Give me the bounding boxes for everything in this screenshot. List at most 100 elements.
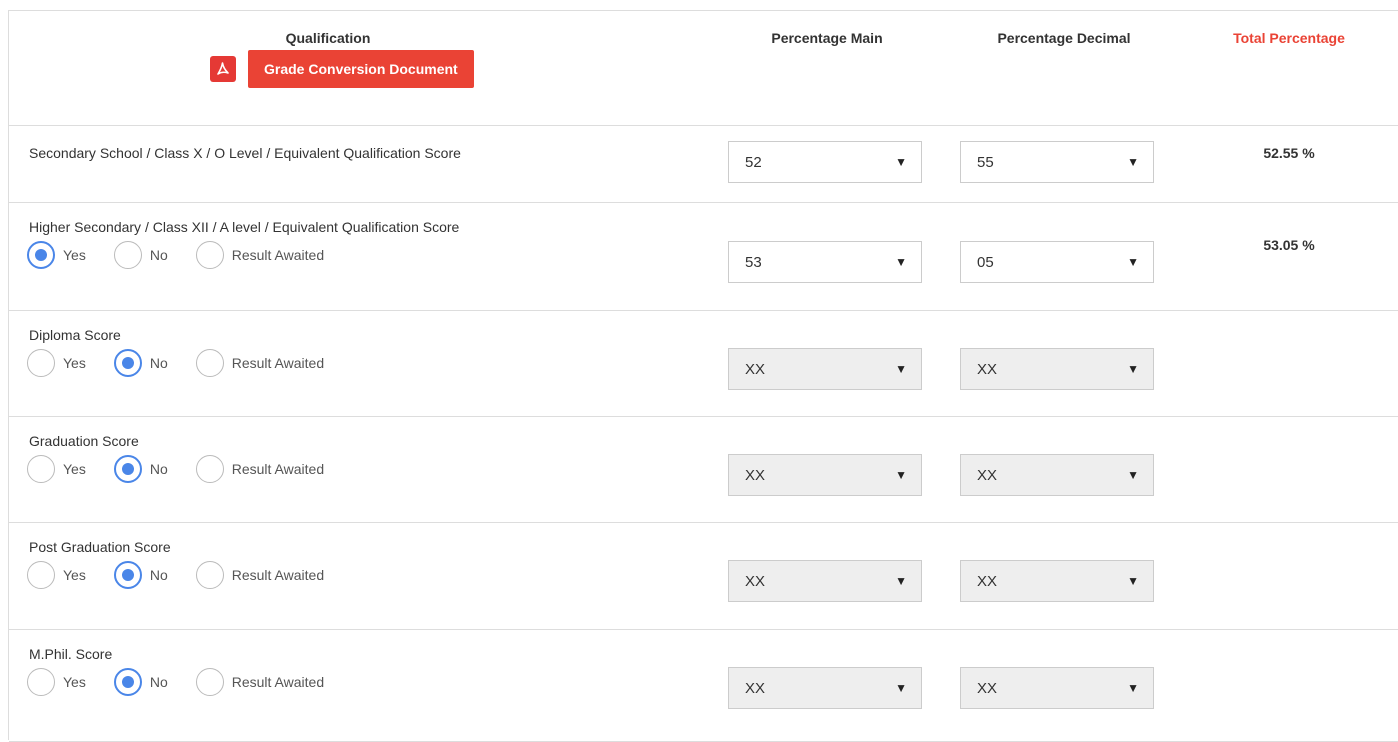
radio-yes-button[interactable] [27, 241, 55, 269]
chevron-down-icon: ▼ [895, 574, 907, 588]
radio-awaited-label: Result Awaited [231, 355, 325, 371]
radio-option-awaited[interactable]: Result Awaited [195, 349, 325, 377]
percentage-main-select[interactable]: 52 ▼ [728, 141, 922, 183]
percentage-decimal-select[interactable]: XX ▼ [960, 348, 1154, 390]
radio-no-button[interactable] [113, 349, 142, 377]
radio-no-label: No [149, 461, 168, 477]
result-status-radio-group: Yes No Result Awaited [27, 455, 352, 483]
radio-no-label: No [149, 674, 168, 690]
percentage-main-select-value: 53 [745, 253, 762, 271]
radio-yes-label: Yes [63, 674, 86, 690]
qualification-label: Graduation Score [29, 433, 139, 449]
chevron-down-icon: ▼ [1127, 155, 1139, 169]
radio-selected-dot [121, 676, 134, 688]
radio-awaited-button[interactable] [195, 561, 224, 589]
radio-awaited-label: Result Awaited [231, 674, 325, 690]
radio-option-yes[interactable]: Yes [27, 241, 86, 269]
radio-option-yes[interactable]: Yes [27, 455, 86, 483]
radio-option-awaited[interactable]: Result Awaited [195, 455, 324, 483]
radio-option-awaited[interactable]: Result Awaited [195, 561, 325, 589]
percentage-main-select[interactable]: XX ▼ [728, 667, 922, 709]
qualification-label: M.Phil. Score [29, 646, 113, 662]
pdf-icon[interactable] [210, 56, 236, 82]
table-header: Qualification Grade Conversion Document … [9, 11, 1398, 126]
radio-yes-button[interactable] [27, 349, 55, 377]
radio-option-no[interactable]: No [113, 455, 168, 483]
radio-awaited-label: Result Awaited [231, 247, 325, 263]
percentage-decimal-select[interactable]: XX ▼ [960, 560, 1154, 602]
radio-selected-dot [121, 357, 134, 369]
table-row: Post Graduation Score Yes No Result Awaited… [9, 522, 1398, 630]
percentage-main-select-value: XX [745, 679, 766, 697]
radio-awaited-button[interactable] [195, 455, 224, 483]
radio-option-awaited[interactable]: Result Awaited [195, 241, 325, 269]
table-row: Higher Secondary / Class XII / A level /… [9, 202, 1398, 311]
percentage-main-select[interactable]: XX ▼ [728, 560, 922, 602]
percentage-main-header: Percentage Main [771, 30, 883, 46]
chevron-down-icon: ▼ [895, 362, 907, 376]
radio-option-yes[interactable]: Yes [27, 668, 86, 696]
radio-awaited-button[interactable] [195, 241, 224, 269]
percentage-decimal-select-value: XX [977, 360, 998, 378]
radio-no-label: No [149, 247, 168, 263]
percentage-decimal-select[interactable]: XX ▼ [960, 667, 1154, 709]
percentage-main-select-value: XX [745, 360, 766, 378]
radio-yes-label: Yes [63, 567, 86, 583]
table-row: M.Phil. Score Yes No Result Awaited XX ▼ XX ▼ [9, 629, 1398, 742]
radio-option-no[interactable]: No [113, 241, 168, 269]
radio-option-no[interactable]: No [113, 561, 168, 589]
percentage-main-select-value: XX [745, 572, 766, 590]
percentage-decimal-select[interactable]: 55 ▼ [960, 141, 1154, 183]
radio-no-label: No [149, 355, 168, 371]
chevron-down-icon: ▼ [1127, 574, 1139, 588]
percentage-main-select[interactable]: 53 ▼ [728, 241, 922, 283]
chevron-down-icon: ▼ [895, 155, 907, 169]
radio-no-button[interactable] [113, 241, 142, 269]
radio-selected-dot [121, 463, 134, 475]
radio-option-no[interactable]: No [113, 349, 168, 377]
percentage-decimal-select[interactable]: XX ▼ [960, 454, 1154, 496]
radio-no-label: No [149, 567, 168, 583]
percentage-decimal-select-value: XX [977, 466, 998, 484]
result-status-radio-group: Yes No Result Awaited [27, 561, 352, 589]
total-percentage-value: 53.05 % [1263, 237, 1315, 253]
percentage-decimal-select-value: XX [977, 679, 998, 697]
result-status-radio-group: Yes No Result Awaited [27, 241, 352, 269]
total-percentage-header: Total Percentage [1233, 30, 1345, 46]
radio-yes-label: Yes [63, 461, 86, 477]
radio-option-no[interactable]: No [113, 668, 168, 696]
chevron-down-icon: ▼ [895, 681, 907, 695]
radio-option-awaited[interactable]: Result Awaited [195, 668, 325, 696]
radio-no-button[interactable] [113, 455, 142, 483]
radio-awaited-label: Result Awaited [231, 567, 325, 583]
chevron-down-icon: ▼ [895, 468, 907, 482]
radio-yes-label: Yes [63, 355, 86, 371]
radio-awaited-button[interactable] [195, 668, 224, 696]
result-status-radio-group: Yes No Result Awaited [27, 349, 352, 377]
chevron-down-icon: ▼ [1127, 362, 1139, 376]
radio-yes-label: Yes [63, 247, 86, 263]
qualification-label: Secondary School / Class X / O Level / E… [29, 145, 461, 161]
qualification-table: Qualification Grade Conversion Document … [8, 10, 1398, 742]
grade-conversion-document-button[interactable]: Grade Conversion Document [248, 50, 474, 88]
percentage-main-select[interactable]: XX ▼ [728, 348, 922, 390]
percentage-decimal-select[interactable]: 05 ▼ [960, 241, 1154, 283]
table-row: Diploma Score Yes No Result Awaited XX ▼ XX ▼ [9, 310, 1398, 417]
radio-yes-button[interactable] [27, 455, 55, 483]
radio-no-button[interactable] [113, 561, 142, 589]
result-status-radio-group: Yes No Result Awaited [27, 668, 352, 696]
percentage-main-select-value: XX [745, 466, 766, 484]
percentage-decimal-select-value: XX [977, 572, 998, 590]
chevron-down-icon: ▼ [895, 255, 907, 269]
total-percentage-value: 52.55 % [1263, 145, 1315, 161]
grade-conversion-link: Grade Conversion Document [210, 49, 474, 89]
percentage-decimal-select-value: 55 [977, 153, 994, 171]
radio-yes-button[interactable] [27, 668, 55, 696]
radio-option-yes[interactable]: Yes [27, 349, 86, 377]
radio-no-button[interactable] [113, 668, 142, 696]
radio-option-yes[interactable]: Yes [27, 561, 86, 589]
radio-yes-button[interactable] [27, 561, 55, 589]
chevron-down-icon: ▼ [1127, 255, 1139, 269]
radio-awaited-button[interactable] [195, 349, 224, 377]
percentage-main-select[interactable]: XX ▼ [728, 454, 922, 496]
